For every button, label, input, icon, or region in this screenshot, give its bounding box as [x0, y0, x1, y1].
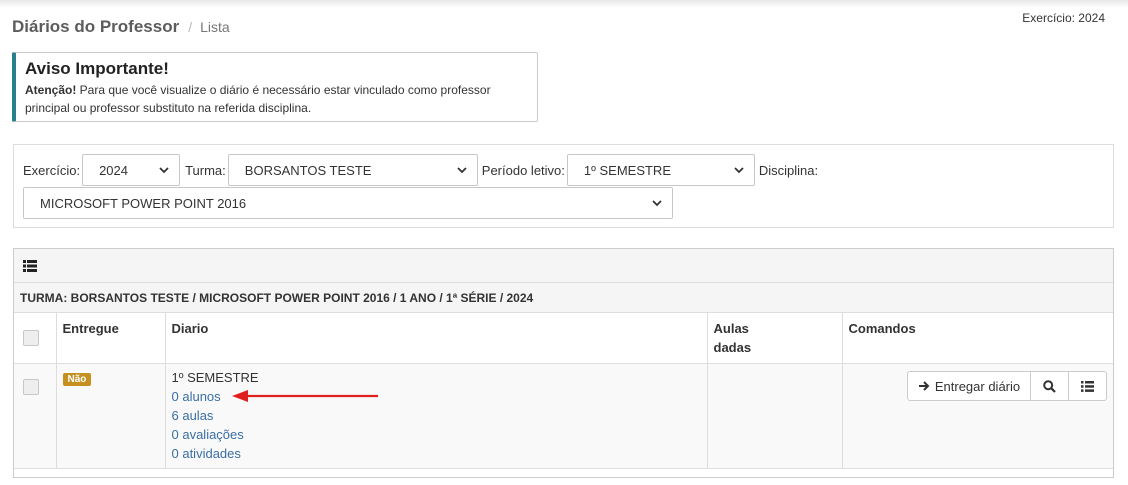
diario-options-button[interactable] — [1069, 371, 1107, 401]
breadcrumb-current: Lista — [200, 19, 230, 35]
entregar-diario-label: Entregar diário — [934, 378, 1021, 394]
panel-header — [14, 249, 1113, 283]
turma-label: Turma: — [185, 162, 226, 178]
exercicio-select-value: 2024 — [99, 162, 128, 178]
list-icon — [23, 260, 37, 272]
table-row: Não 1º SEMESTRE 0 alunos 6 aulas 0 avali… — [14, 363, 1113, 469]
row-checkbox[interactable] — [23, 379, 39, 395]
turma-heading: TURMA: BORSANTOS TESTE / MICROSOFT POWER… — [14, 283, 1113, 313]
diario-cell: 1º SEMESTRE 0 alunos 6 aulas 0 avaliaçõe… — [165, 363, 708, 469]
periodo-select[interactable]: 1º SEMESTRE — [566, 154, 755, 186]
breadcrumb-separator: / — [188, 19, 193, 35]
disciplina-select[interactable]: MICROSOFT POWER POINT 2016 — [23, 187, 673, 219]
diarios-table: Entregue Diario Aulas dadas Comandos Não … — [14, 313, 1113, 469]
disciplina-select-value: MICROSOFT POWER POINT 2016 — [40, 195, 247, 211]
header-entregue: Entregue — [56, 313, 166, 364]
chevron-down-icon — [457, 167, 467, 174]
periodo-select-value: 1º SEMESTRE — [583, 162, 671, 178]
page-title: Diários do Professor — [12, 17, 180, 36]
notice-title: Aviso Importante! — [25, 59, 169, 78]
header-comandos: Comandos — [842, 313, 1113, 364]
exercicio-indicator: Exercício: 2024 — [1022, 11, 1105, 25]
annotation-arrow-icon — [231, 390, 378, 402]
header-diario: Diario — [165, 313, 708, 364]
notice-strong: Atenção! — [25, 83, 77, 97]
disciplina-label: Disciplina: — [758, 162, 819, 178]
select-all-checkbox[interactable] — [23, 330, 39, 346]
comandos-cell: Entregar diário — [842, 363, 1113, 469]
filters-panel: Exercício: 2024 Turma: BORSANTOS TESTE P… — [13, 144, 1114, 228]
header-aulas-dadas: Aulas dadas — [707, 313, 843, 364]
turma-select[interactable]: BORSANTOS TESTE — [227, 154, 478, 186]
top-shadow — [0, 0, 1128, 8]
arrow-right-icon — [918, 381, 930, 391]
view-diario-button[interactable] — [1031, 371, 1069, 401]
entregar-diario-button[interactable]: Entregar diário — [907, 371, 1031, 401]
periodo-label: Período letivo: — [481, 162, 565, 178]
notice-body: Atenção! Para que você visualize o diári… — [25, 81, 528, 117]
avaliacoes-link[interactable]: 0 avaliações — [172, 425, 701, 444]
entregue-cell: Não — [56, 363, 166, 469]
diario-periodo: 1º SEMESTRE — [171, 370, 259, 385]
list-icon — [1081, 380, 1094, 392]
header-aulas-line2: dadas — [713, 340, 752, 355]
aulas-dadas-cell — [707, 363, 843, 469]
diarios-panel: TURMA: BORSANTOS TESTE / MICROSOFT POWER… — [13, 248, 1114, 478]
commands-button-group: Entregar diário — [849, 371, 1107, 401]
breadcrumb: Diários do Professor / Lista — [12, 17, 230, 39]
status-badge: Não — [62, 373, 92, 386]
row-checkbox-cell — [14, 363, 57, 469]
aulas-link[interactable]: 6 aulas — [172, 406, 701, 425]
chevron-down-icon — [652, 200, 662, 207]
chevron-down-icon — [159, 167, 169, 174]
table-header-row: Entregue Diario Aulas dadas Comandos — [14, 313, 1113, 364]
header-checkbox-cell — [14, 313, 57, 364]
search-icon — [1043, 379, 1056, 393]
notice-line1: Para que você visualize o diário é neces… — [76, 83, 491, 97]
exercicio-select[interactable]: 2024 — [82, 154, 181, 186]
important-notice: Aviso Importante! Atenção! Para que você… — [12, 52, 538, 122]
atividades-link[interactable]: 0 atividades — [172, 444, 701, 463]
turma-select-value: BORSANTOS TESTE — [244, 162, 372, 178]
header-aulas-line1: Aulas — [713, 321, 749, 336]
notice-line2: principal ou professor substituto na ref… — [25, 101, 312, 115]
exercicio-label: Exercício: — [23, 162, 81, 178]
chevron-down-icon — [734, 167, 744, 174]
